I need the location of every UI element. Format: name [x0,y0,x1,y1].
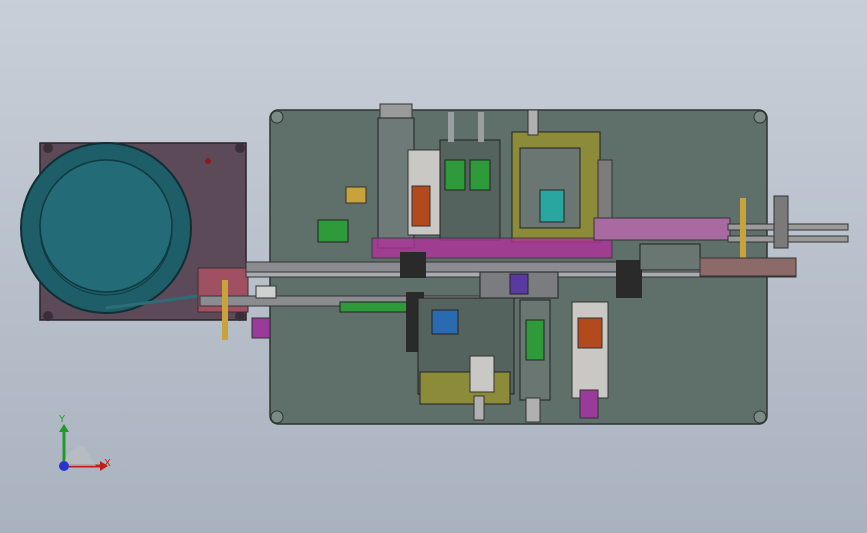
x-axis-label: X [104,458,111,469]
z-axis-dot [59,461,69,471]
coordinate-triad [59,424,108,471]
y-axis-label: Y [59,414,66,425]
assembly-drawing[interactable] [0,0,867,533]
cad-viewport[interactable]: Y X [0,0,867,533]
